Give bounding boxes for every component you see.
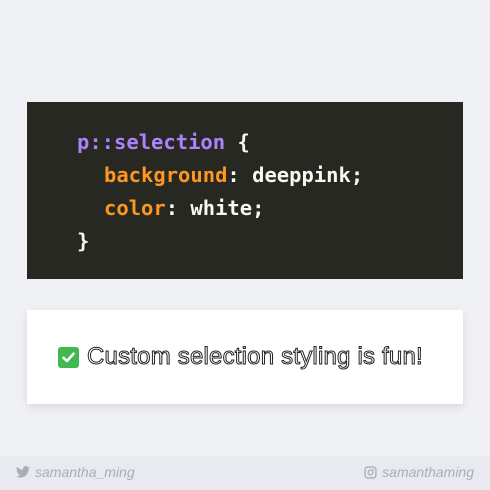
value-deeppink: deeppink; [252,163,364,187]
code-line-color: color: white; [77,192,463,225]
demo-card: Custom selection styling is fun! [27,310,463,404]
demo-text[interactable]: Custom selection styling is fun! [87,343,424,371]
instagram-icon [364,465,377,479]
property-separator: : [165,196,191,220]
twitter-credit[interactable]: samantha_ming [16,464,135,480]
open-brace: { [225,130,250,154]
footer: samantha_ming samanthaming [0,456,490,490]
close-brace: } [77,229,90,253]
code-line-close: } [77,225,463,258]
code-line-selector: p::selection { [77,126,463,159]
instagram-credit[interactable]: samanthaming [364,464,474,480]
css-selector: p::selection [77,130,226,154]
property-color: color [104,196,166,220]
twitter-icon [16,466,30,478]
property-separator: : [227,163,253,187]
twitter-handle: samantha_ming [35,464,135,480]
code-line-background: background: deeppink; [77,159,463,192]
check-mark-button-icon [58,346,79,368]
code-block: p::selection { background: deeppink; col… [27,102,463,279]
instagram-handle: samanthaming [382,464,474,480]
property-background: background [104,163,228,187]
value-white: white; [190,196,265,220]
